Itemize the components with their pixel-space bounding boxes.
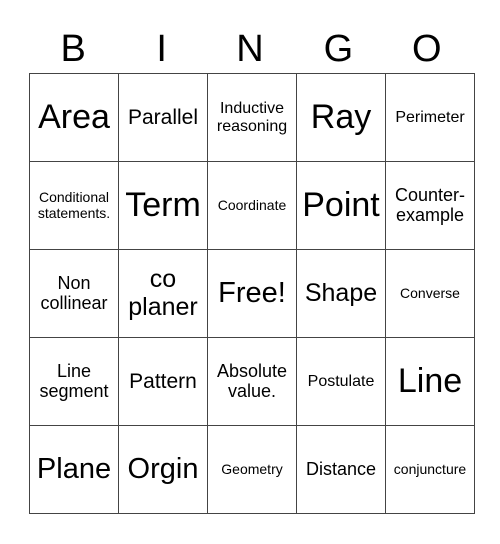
bingo-cell[interactable]: Perimeter (385, 73, 475, 162)
bingo-cell[interactable]: Converse (385, 249, 475, 338)
bingo-cell[interactable]: conjuncture (385, 425, 475, 514)
bingo-cell[interactable]: Absolute value. (207, 337, 297, 426)
bingo-cell[interactable]: Coordinate (207, 161, 297, 250)
bingo-cell[interactable]: Inductive reasoning (207, 73, 297, 162)
bingo-cell[interactable]: Ray (296, 73, 386, 162)
grid-row: Non collinear co planer Free! Shape Conv… (29, 249, 475, 338)
bingo-cell[interactable]: co planer (118, 249, 208, 338)
header-letter-o: O (412, 28, 442, 70)
bingo-cell[interactable]: Area (29, 73, 119, 162)
bingo-cell[interactable]: Counter-example (385, 161, 475, 250)
bingo-cell[interactable]: Pattern (118, 337, 208, 426)
bingo-grid: Area Parallel Inductive reasoning Ray Pe… (29, 73, 475, 514)
grid-row: Plane Orgin Geometry Distance conjunctur… (29, 425, 475, 514)
bingo-cell[interactable]: Term (118, 161, 208, 250)
bingo-cell[interactable]: Line segment (29, 337, 119, 426)
bingo-cell[interactable]: Parallel (118, 73, 208, 162)
bingo-cell[interactable]: Non collinear (29, 249, 119, 338)
bingo-cell[interactable]: Shape (296, 249, 386, 338)
header-letter-n: N (236, 28, 264, 70)
bingo-cell[interactable]: Line (385, 337, 475, 426)
bingo-header: B I N G O (29, 26, 471, 72)
grid-row: Conditional statements. Term Coordinate … (29, 161, 475, 250)
bingo-cell[interactable]: Postulate (296, 337, 386, 426)
bingo-cell[interactable]: Plane (29, 425, 119, 514)
bingo-cell[interactable]: Conditional statements. (29, 161, 119, 250)
bingo-cell[interactable]: Distance (296, 425, 386, 514)
free-space-cell[interactable]: Free! (207, 249, 297, 338)
grid-row: Line segment Pattern Absolute value. Pos… (29, 337, 475, 426)
bingo-cell[interactable]: Geometry (207, 425, 297, 514)
header-letter-i: I (156, 28, 167, 70)
bingo-cell[interactable]: Orgin (118, 425, 208, 514)
header-letter-g: G (323, 28, 354, 70)
header-letter-b: B (60, 28, 86, 70)
grid-row: Area Parallel Inductive reasoning Ray Pe… (29, 73, 475, 162)
bingo-cell[interactable]: Point (296, 161, 386, 250)
